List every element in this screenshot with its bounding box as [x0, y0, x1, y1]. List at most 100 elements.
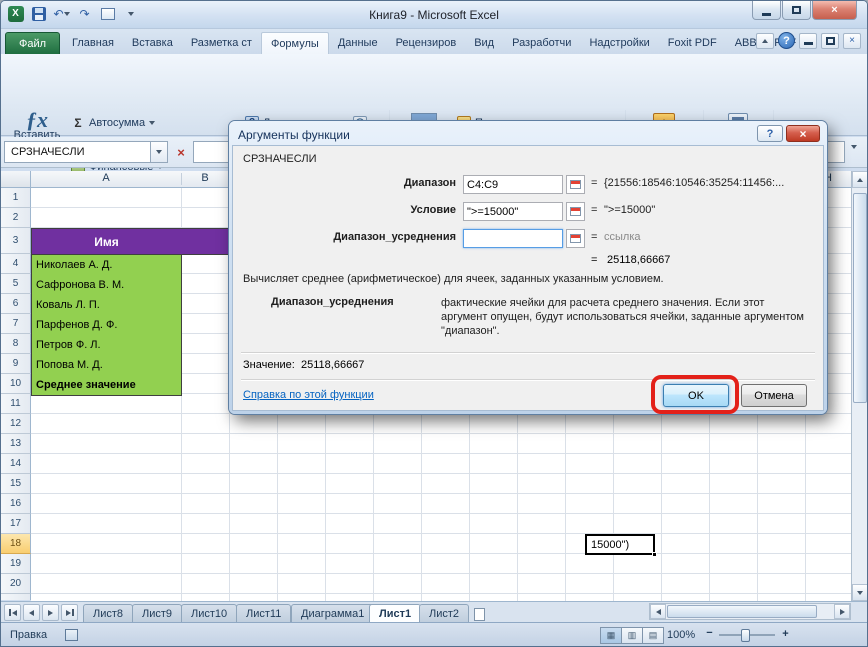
title-bar[interactable]: X ↶ ↷ Книга9 - Microsoft Excel ×: [1, 1, 867, 29]
table-cell[interactable]: Коваль Л. П.: [31, 295, 182, 316]
tab-developer[interactable]: Разработчи: [503, 32, 580, 54]
row-header-filler: [1, 594, 31, 600]
select-all-corner[interactable]: [1, 171, 31, 188]
tab-view[interactable]: Вид: [465, 32, 503, 54]
cancel-button[interactable]: Отмена: [741, 384, 807, 407]
average-range-input[interactable]: [463, 229, 563, 248]
dialog-close-button[interactable]: ×: [786, 125, 820, 142]
criteria-input[interactable]: [463, 202, 563, 221]
help-button[interactable]: ?: [778, 32, 795, 49]
row-header[interactable]: 16: [1, 494, 31, 514]
normal-view-button[interactable]: ▦: [600, 627, 622, 644]
zoom-level[interactable]: 100%: [667, 629, 695, 641]
tab-formulas[interactable]: Формулы: [261, 32, 329, 54]
name-box-dropdown[interactable]: [151, 141, 168, 163]
scroll-up-button[interactable]: [852, 171, 868, 188]
workbook-close-button[interactable]: ×: [843, 33, 861, 49]
row-header[interactable]: 13: [1, 434, 31, 454]
row-header[interactable]: 14: [1, 454, 31, 474]
zoom-out-button[interactable]: −: [703, 628, 716, 641]
dialog-title-bar[interactable]: Аргументы функции: [232, 124, 824, 145]
cell-editor[interactable]: 15000"): [585, 534, 655, 555]
horizontal-scrollbar[interactable]: [649, 603, 851, 620]
sheet-tab-active[interactable]: Лист1: [369, 604, 421, 623]
tab-foxit[interactable]: Foxit PDF: [659, 32, 726, 54]
help-link[interactable]: Справка по этой функции: [243, 389, 374, 401]
tab-addins[interactable]: Надстройки: [580, 32, 658, 54]
row-header[interactable]: 10: [1, 374, 31, 394]
row-header[interactable]: 11: [1, 394, 31, 414]
vertical-scrollbar[interactable]: [851, 171, 868, 601]
sheet-tab[interactable]: Лист11: [236, 604, 291, 623]
horizontal-scroll-thumb[interactable]: [667, 605, 817, 618]
tab-insert[interactable]: Вставка: [123, 32, 182, 54]
page-layout-view-button[interactable]: ▥: [621, 627, 643, 644]
expand-formula-bar-button[interactable]: [851, 149, 857, 167]
row-header[interactable]: 19: [1, 554, 31, 574]
autosum-button[interactable]: Σ Автосумма: [71, 112, 155, 133]
table-cell[interactable]: Сафронова В. М.: [31, 275, 182, 296]
range-picker-button[interactable]: [566, 229, 585, 248]
tab-home[interactable]: Главная: [63, 32, 123, 54]
row-header[interactable]: 7: [1, 314, 31, 334]
vertical-scroll-thumb[interactable]: [853, 193, 867, 403]
formula-cancel-button[interactable]: ×: [173, 142, 189, 162]
table-cell[interactable]: Николаев А. Д.: [31, 255, 182, 276]
table-header-cell[interactable]: Имя: [31, 228, 182, 255]
range-input[interactable]: [463, 175, 563, 194]
row-header-active[interactable]: 18: [1, 534, 31, 554]
fill-handle[interactable]: [652, 552, 657, 557]
row-header[interactable]: 6: [1, 294, 31, 314]
column-header-b[interactable]: B: [181, 172, 229, 184]
table-cell[interactable]: Попова М. Д.: [31, 355, 182, 376]
column-header-a[interactable]: A: [31, 172, 181, 184]
tab-page-layout[interactable]: Разметка ст: [182, 32, 261, 54]
scroll-right-button[interactable]: [834, 604, 850, 619]
table-header-cell-b[interactable]: [181, 228, 229, 255]
table-footer-cell[interactable]: Среднее значение: [31, 375, 182, 396]
row-header[interactable]: 9: [1, 354, 31, 374]
minimize-ribbon-button[interactable]: [756, 33, 774, 49]
scroll-down-button[interactable]: [852, 584, 868, 601]
macro-record-icon[interactable]: [65, 629, 78, 641]
workbook-minimize-button[interactable]: [799, 33, 817, 49]
prev-sheet-button[interactable]: [23, 604, 40, 621]
row-header[interactable]: 12: [1, 414, 31, 434]
workbook-restore-button[interactable]: [821, 33, 839, 49]
sheet-tab[interactable]: Лист9: [132, 604, 182, 623]
maximize-button[interactable]: [782, 1, 811, 20]
name-box[interactable]: СРЗНАЧЕСЛИ: [4, 141, 151, 163]
row-header[interactable]: 1: [1, 188, 31, 208]
close-button[interactable]: ×: [812, 1, 857, 20]
field-result: ">=15000": [604, 204, 820, 216]
sheet-tab[interactable]: Диаграмма1: [291, 604, 374, 623]
row-header[interactable]: 3: [1, 228, 31, 254]
zoom-in-button[interactable]: +: [779, 628, 792, 641]
row-header[interactable]: 15: [1, 474, 31, 494]
last-sheet-button[interactable]: [61, 604, 78, 621]
scroll-left-button[interactable]: [650, 604, 666, 619]
tab-file[interactable]: Файл: [5, 32, 60, 54]
minimize-button[interactable]: [752, 1, 781, 20]
tab-data[interactable]: Данные: [329, 32, 387, 54]
table-cell[interactable]: Парфенов Д. Ф.: [31, 315, 182, 336]
first-sheet-button[interactable]: [4, 604, 21, 621]
row-header[interactable]: 5: [1, 274, 31, 294]
page-break-view-button[interactable]: ▤: [642, 627, 664, 644]
tab-review[interactable]: Рецензиров: [387, 32, 466, 54]
row-header[interactable]: 2: [1, 208, 31, 228]
range-picker-button[interactable]: [566, 202, 585, 221]
row-header[interactable]: 17: [1, 514, 31, 534]
table-cell[interactable]: Петров Ф. Л.: [31, 335, 182, 356]
zoom-slider-thumb[interactable]: [741, 629, 750, 642]
row-header[interactable]: 20: [1, 574, 31, 594]
next-sheet-button[interactable]: [42, 604, 59, 621]
insert-sheet-button[interactable]: [468, 606, 490, 622]
range-picker-button[interactable]: [566, 175, 585, 194]
sheet-tab[interactable]: Лист2: [419, 604, 469, 623]
row-header[interactable]: 4: [1, 254, 31, 274]
sheet-tab[interactable]: Лист10: [181, 604, 237, 623]
row-header[interactable]: 8: [1, 334, 31, 354]
dialog-help-button[interactable]: ?: [757, 125, 783, 142]
sheet-tab[interactable]: Лист8: [83, 604, 133, 623]
